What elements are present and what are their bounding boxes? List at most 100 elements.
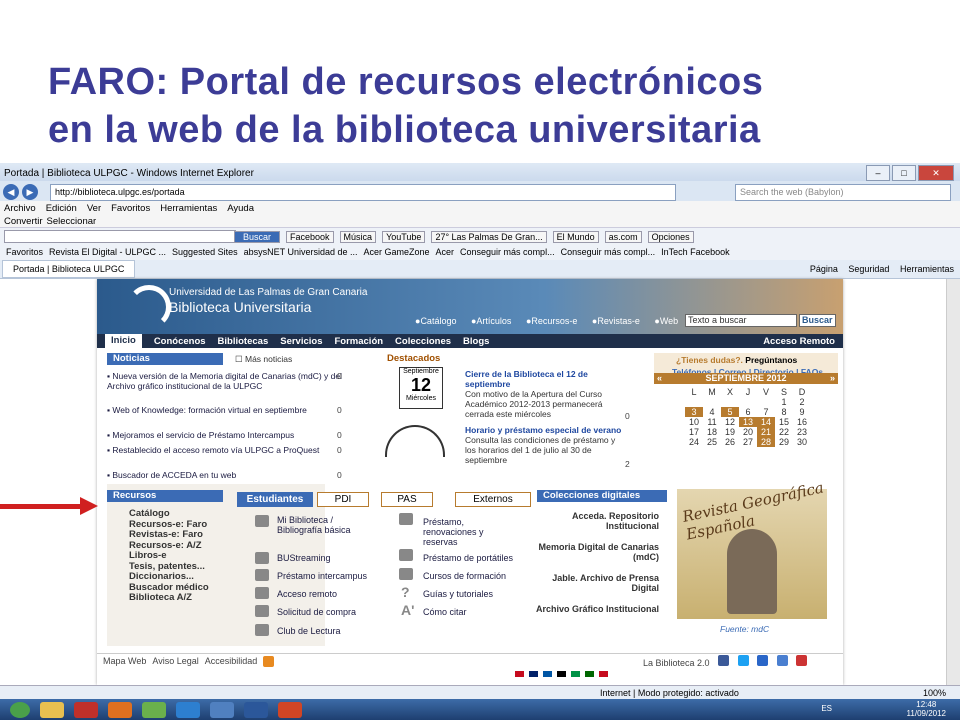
firefox-icon[interactable] <box>108 701 132 718</box>
fav-item[interactable]: Acer <box>436 247 455 257</box>
site-search-input[interactable]: Texto a buscar <box>685 314 797 327</box>
maximize-button[interactable]: □ <box>892 165 916 181</box>
zoom-level[interactable]: 100% <box>923 688 946 698</box>
ie-icon[interactable] <box>176 701 200 718</box>
magazine-cover-image[interactable]: Revista Geográfica Española <box>677 478 827 619</box>
language-indicator[interactable]: ES <box>821 704 832 713</box>
address-input[interactable]: http://biblioteca.ulpgc.es/portada <box>50 184 676 201</box>
tab-estudiantes[interactable]: Estudiantes <box>237 492 313 507</box>
nav-bibliotecas[interactable]: Bibliotecas <box>218 336 269 347</box>
service-bustreaming[interactable]: BUStreaming <box>277 553 331 563</box>
opciones-button[interactable]: Opciones <box>647 230 694 243</box>
fav-item[interactable]: Revista El Digital - ULPGC ... <box>49 247 166 257</box>
footer-mapa-web[interactable]: Mapa Web <box>103 656 146 666</box>
messenger-icon[interactable] <box>142 701 166 718</box>
collection-archivo-grafico[interactable]: Archivo Gráfico Institucional <box>533 604 659 614</box>
word-icon[interactable] <box>244 701 268 718</box>
remote-access-link[interactable]: Acceso Remoto <box>763 336 835 347</box>
menu-herramientas[interactable]: Herramientas <box>160 203 217 214</box>
forward-icon[interactable]: ▶ <box>22 184 38 200</box>
service-prestamo-renovaciones[interactable]: Préstamo, renovaciones y reservas <box>423 517 503 547</box>
toolbar-buscar-button[interactable]: Buscar <box>234 230 281 243</box>
convertir-button[interactable]: Convertir <box>4 216 43 227</box>
news-item[interactable]: ▪ Restablecido el acceso remoto vía ULPG… <box>107 445 342 455</box>
flag-icon[interactable] <box>529 671 538 677</box>
calendar-prev[interactable]: « <box>657 373 662 384</box>
radio-recursos-e[interactable]: ●Recursos-e <box>526 316 583 326</box>
resource-revistas-faro[interactable]: Revistas-e: Faro <box>129 529 209 541</box>
security-menu[interactable]: Seguridad <box>848 264 889 274</box>
tab-externos[interactable]: Externos <box>455 492 531 507</box>
nav-blogs[interactable]: Blogs <box>463 336 489 347</box>
media-icon[interactable] <box>210 701 234 718</box>
footer-aviso-legal[interactable]: Aviso Legal <box>152 656 198 666</box>
youtube-icon[interactable] <box>796 654 808 666</box>
tab-pas[interactable]: PAS <box>381 492 433 507</box>
flag-icon[interactable] <box>543 671 552 677</box>
service-acceso-remoto[interactable]: Acceso remoto <box>277 589 337 599</box>
blog-icon[interactable] <box>776 654 788 666</box>
service-como-citar[interactable]: Cómo citar <box>423 607 467 617</box>
web-search-input[interactable]: Search the web (Babylon) <box>735 184 951 201</box>
featured-item-2-title[interactable]: Horario y préstamo especial de verano <box>465 425 635 435</box>
service-prestamo-intercampus[interactable]: Préstamo intercampus <box>277 571 367 581</box>
tab-pdi[interactable]: PDI <box>317 492 369 507</box>
elmundo-button[interactable]: El Mundo <box>552 230 599 243</box>
twitter-icon[interactable] <box>737 654 749 666</box>
nav-conocenos[interactable]: Conócenos <box>154 336 206 347</box>
resource-catalogo[interactable]: Catálogo <box>129 508 209 520</box>
minimize-button[interactable]: – <box>866 165 890 181</box>
radio-articulos[interactable]: ●Artículos <box>471 316 517 326</box>
news-item[interactable]: ▪ Buscador de ACCEDA en tu web 0 <box>107 470 342 480</box>
site-search-button[interactable]: Buscar <box>799 314 836 327</box>
resource-diccionarios[interactable]: Diccionarios... <box>129 571 209 583</box>
service-mi-biblioteca[interactable]: Mi Biblioteca / Bibliografía básica <box>277 515 357 535</box>
menu-favoritos[interactable]: Favoritos <box>111 203 150 214</box>
nav-colecciones[interactable]: Colecciones <box>395 336 451 347</box>
news-item[interactable]: ▪ Mejoramos el servicio de Préstamo Inte… <box>107 430 342 440</box>
fav-item[interactable]: InTech Facebook <box>661 247 730 257</box>
flag-icon[interactable] <box>515 671 524 677</box>
facebook-icon[interactable] <box>718 654 730 666</box>
ascom-button[interactable]: as.com <box>604 230 642 243</box>
fav-item[interactable]: Conseguir más compl... <box>460 247 555 257</box>
tools-menu[interactable]: Herramientas <box>900 264 954 274</box>
tab-portada[interactable]: Portada | Biblioteca ULPGC <box>2 260 136 278</box>
menu-archivo[interactable]: Archivo <box>4 203 36 214</box>
clock[interactable]: 12:48 11/09/2012 <box>907 700 946 718</box>
service-cursos-formacion[interactable]: Cursos de formación <box>423 571 506 581</box>
powerpoint-icon[interactable] <box>278 701 302 718</box>
help-ask-link[interactable]: Pregúntanos <box>745 355 797 365</box>
service-club-lectura[interactable]: Club de Lectura <box>277 626 341 636</box>
news-item[interactable]: ▪ Nueva versión de la Memoria digital de… <box>107 371 342 391</box>
toolbar-search-input[interactable] <box>4 230 236 243</box>
resource-libros-e[interactable]: Libros-e <box>129 550 209 562</box>
back-icon[interactable]: ◀ <box>3 184 19 200</box>
start-icon[interactable] <box>10 701 30 718</box>
nav-servicios[interactable]: Servicios <box>280 336 322 347</box>
fav-item[interactable]: Suggested Sites <box>172 247 238 257</box>
collection-jable[interactable]: Jable. Archivo de Prensa Digital <box>533 573 659 593</box>
resource-biblioteca-az[interactable]: Biblioteca A/Z <box>129 592 209 604</box>
weather-button[interactable]: 27° Las Palmas De Gran... <box>431 230 547 243</box>
radio-revistas-e[interactable]: ●Revistas-e <box>592 316 646 326</box>
rss-icon[interactable] <box>263 655 275 667</box>
fav-item[interactable]: absysNET Universidad de ... <box>244 247 358 257</box>
flag-icon[interactable] <box>557 671 566 677</box>
explorer-icon[interactable] <box>40 701 64 718</box>
service-guias-tutoriales[interactable]: Guías y tutoriales <box>423 589 493 599</box>
youtube-button[interactable]: YouTube <box>382 230 426 243</box>
news-item[interactable]: ▪ Web of Knowledge: formación virtual en… <box>107 405 342 415</box>
fav-item[interactable]: Conseguir más compl... <box>561 247 656 257</box>
flag-icon[interactable] <box>585 671 594 677</box>
fav-item[interactable]: Acer GameZone <box>363 247 429 257</box>
close-window-button[interactable]: ✕ <box>918 165 954 181</box>
service-prestamo-portatiles[interactable]: Préstamo de portátiles <box>423 553 513 563</box>
facebook-button[interactable]: Facebook <box>286 230 334 243</box>
menu-edicion[interactable]: Edición <box>46 203 77 214</box>
seleccionar-button[interactable]: Seleccionar <box>47 216 97 227</box>
delicious-icon[interactable] <box>757 654 769 666</box>
flag-icon[interactable] <box>571 671 580 677</box>
collection-acceda[interactable]: Acceda. Repositorio Institucional <box>533 511 659 531</box>
nav-formacion[interactable]: Formación <box>334 336 383 347</box>
